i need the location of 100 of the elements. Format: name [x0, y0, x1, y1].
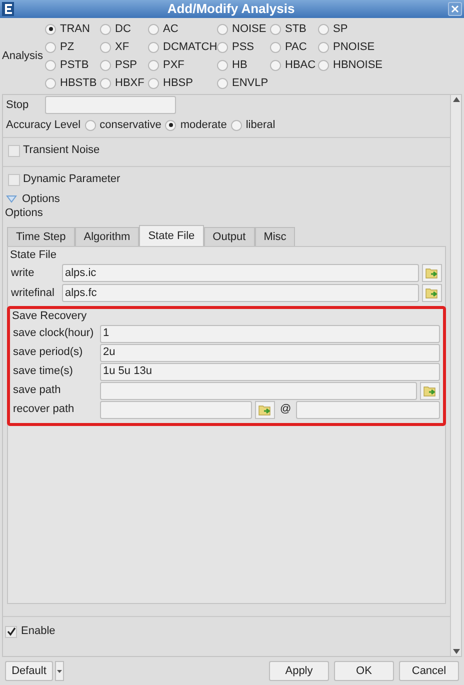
- radio-button[interactable]: [270, 24, 281, 34]
- analysis-option[interactable]: HBNOISE: [318, 58, 398, 72]
- analysis-option[interactable]: STB: [270, 22, 318, 36]
- default-button[interactable]: Default: [5, 661, 53, 681]
- analysis-option[interactable]: PXF: [148, 58, 217, 72]
- analysis-option[interactable]: DCMATCH: [148, 40, 217, 54]
- checkbox[interactable]: [8, 144, 20, 156]
- radio-button[interactable]: [270, 42, 281, 52]
- radio-button[interactable]: [217, 60, 228, 70]
- analysis-option[interactable]: PSS: [217, 40, 270, 54]
- radio-button[interactable]: [45, 24, 56, 34]
- dialog-button[interactable]: OK: [334, 661, 394, 681]
- text-field[interactable]: [100, 400, 252, 418]
- enable-label: Enable: [21, 624, 56, 640]
- radio-button[interactable]: [318, 42, 329, 52]
- tab[interactable]: Algorithm: [74, 227, 140, 246]
- caret-icon: [57, 670, 62, 672]
- window-title: Add/Modify Analysis: [166, 0, 296, 18]
- field-label: recover path: [13, 402, 76, 418]
- analysis-label: Analysis: [2, 48, 44, 64]
- analysis-option[interactable]: PAC: [270, 40, 318, 54]
- text-field[interactable]: 1: [100, 324, 440, 342]
- radio-button[interactable]: [84, 120, 96, 130]
- field-label: save time(s): [13, 364, 74, 380]
- analysis-option[interactable]: PNOISE: [318, 40, 398, 54]
- text-field[interactable]: [45, 96, 176, 114]
- radio-button[interactable]: [165, 120, 176, 130]
- at-sign: @: [279, 402, 292, 418]
- radio-button[interactable]: [148, 78, 159, 88]
- radio-button[interactable]: [100, 42, 111, 52]
- analysis-option[interactable]: ENVLP: [217, 76, 270, 90]
- field-label: save period(s): [13, 345, 84, 360]
- accuracy-option[interactable]: moderate: [165, 116, 227, 134]
- analysis-option[interactable]: HBAC: [270, 58, 318, 72]
- accuracy-option[interactable]: conservative: [84, 116, 162, 134]
- folder-icon: [423, 384, 437, 396]
- text-field[interactable]: [296, 400, 440, 418]
- radio-button[interactable]: [217, 78, 228, 88]
- dropdown-button[interactable]: [55, 661, 64, 681]
- accuracy-option[interactable]: liberal: [230, 116, 276, 134]
- radio-button[interactable]: [100, 60, 111, 70]
- radio-button[interactable]: [217, 24, 228, 34]
- analysis-option[interactable]: NOISE: [217, 22, 270, 36]
- close-button[interactable]: [448, 2, 462, 16]
- radio-button[interactable]: [148, 60, 159, 70]
- analysis-option[interactable]: HBSTB: [45, 76, 100, 90]
- radio-button[interactable]: [270, 60, 281, 70]
- radio-button[interactable]: [100, 78, 111, 88]
- checkbox[interactable]: [8, 174, 20, 186]
- analysis-option[interactable]: HB: [217, 58, 270, 72]
- dynamic-parameter-label: Dynamic Parameter: [23, 172, 120, 188]
- field-label: writefinal: [11, 286, 56, 301]
- checkbox[interactable]: [5, 626, 17, 638]
- tab[interactable]: Time Step: [7, 227, 75, 246]
- text-field[interactable]: 1u 5u 13u: [100, 362, 440, 380]
- radio-button[interactable]: [230, 120, 242, 130]
- folder-browse-button[interactable]: [255, 400, 275, 418]
- analysis-option[interactable]: PZ: [45, 40, 100, 54]
- radio-button[interactable]: [45, 60, 56, 70]
- section-title: Save Recovery: [11, 309, 88, 324]
- analysis-option[interactable]: XF: [100, 40, 148, 54]
- radio-button[interactable]: [148, 24, 159, 34]
- dialog-button[interactable]: Apply: [269, 661, 329, 681]
- tab[interactable]: State File: [139, 225, 204, 246]
- analysis-option[interactable]: PSP: [100, 58, 148, 72]
- stop-label: Stop: [6, 98, 30, 113]
- transient-noise-label: Transient Noise: [23, 143, 100, 158]
- text-field[interactable]: alps.ic: [62, 264, 419, 282]
- field-label: save path: [13, 383, 62, 398]
- analysis-option[interactable]: HBXF: [100, 76, 148, 90]
- text-field[interactable]: 2u: [100, 344, 440, 362]
- field-label: write: [11, 266, 36, 281]
- scroll-down-icon[interactable]: [452, 649, 460, 654]
- folder-browse-button[interactable]: [420, 382, 440, 400]
- folder-browse-button[interactable]: [422, 264, 442, 282]
- radio-button[interactable]: [45, 78, 56, 88]
- tab[interactable]: Output: [204, 227, 255, 246]
- radio-button[interactable]: [318, 60, 329, 70]
- analysis-option[interactable]: PSTB: [45, 58, 100, 72]
- dialog-button[interactable]: Cancel: [399, 661, 459, 681]
- radio-button[interactable]: [217, 42, 228, 52]
- analysis-option[interactable]: AC: [148, 22, 217, 36]
- scrollbar[interactable]: [450, 95, 461, 656]
- scroll-up-icon[interactable]: [452, 97, 460, 102]
- radio-button[interactable]: [45, 42, 56, 52]
- field-label: save clock(hour): [13, 326, 95, 342]
- accuracy-label: Accuracy Level: [6, 118, 81, 133]
- text-field[interactable]: alps.fc: [62, 284, 419, 302]
- radio-button[interactable]: [100, 24, 111, 34]
- radio-button[interactable]: [318, 24, 329, 34]
- analysis-option[interactable]: TRAN: [45, 22, 100, 36]
- radio-button[interactable]: [148, 42, 159, 52]
- app-logo-icon: [2, 2, 14, 16]
- analysis-option[interactable]: HBSP: [148, 76, 217, 90]
- analysis-option[interactable]: DC: [100, 22, 148, 36]
- tab[interactable]: Misc: [254, 227, 296, 246]
- folder-browse-button[interactable]: [422, 284, 442, 302]
- analysis-option[interactable]: SP: [318, 22, 398, 36]
- text-field[interactable]: [100, 382, 417, 400]
- options-toggle[interactable]: Options: [3, 192, 450, 206]
